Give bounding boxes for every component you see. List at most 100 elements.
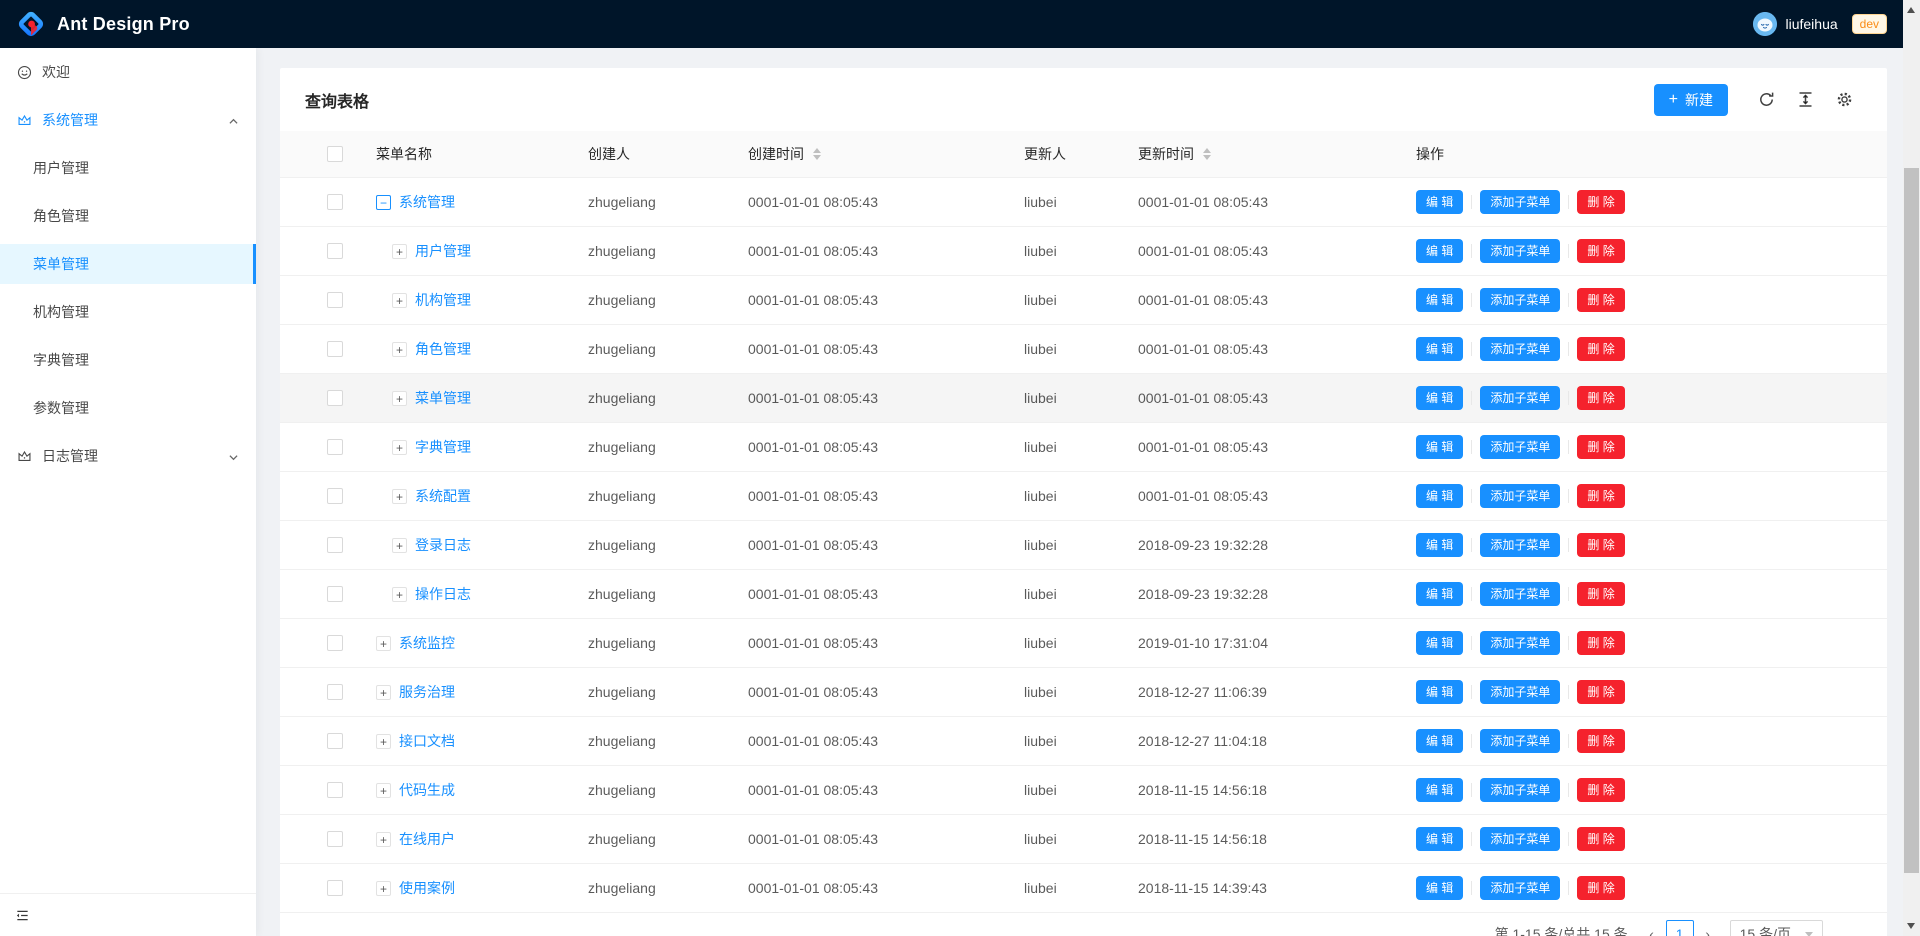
delete-button[interactable]: 删 除: [1577, 582, 1624, 606]
menu-name-link[interactable]: 服务治理: [399, 684, 455, 700]
expand-toggle[interactable]: +: [392, 342, 407, 357]
add-child-button[interactable]: 添加子菜单: [1480, 680, 1560, 704]
expand-toggle[interactable]: +: [392, 293, 407, 308]
sidebar-item-param-mgmt[interactable]: 参数管理: [0, 388, 256, 428]
delete-button[interactable]: 删 除: [1577, 239, 1624, 263]
add-child-button[interactable]: 添加子菜单: [1480, 288, 1560, 312]
row-checkbox[interactable]: [327, 194, 343, 210]
sorter-icon[interactable]: [1203, 148, 1211, 160]
settings-gear-icon[interactable]: [1836, 91, 1853, 108]
row-checkbox[interactable]: [327, 831, 343, 847]
logo-area[interactable]: Ant Design Pro: [17, 10, 190, 38]
menu-name-link[interactable]: 角色管理: [415, 341, 471, 357]
select-all-checkbox[interactable]: [327, 146, 343, 162]
sorter-icon[interactable]: [813, 148, 821, 160]
edit-button[interactable]: 编 辑: [1416, 582, 1463, 606]
add-child-button[interactable]: 添加子菜单: [1480, 631, 1560, 655]
menu-name-link[interactable]: 操作日志: [415, 586, 471, 602]
add-child-button[interactable]: 添加子菜单: [1480, 533, 1560, 557]
expand-toggle[interactable]: +: [392, 440, 407, 455]
sidebar-group-logs[interactable]: 日志管理: [0, 436, 256, 476]
expand-toggle[interactable]: +: [376, 685, 391, 700]
expand-toggle[interactable]: +: [376, 881, 391, 896]
edit-button[interactable]: 编 辑: [1416, 386, 1463, 410]
add-child-button[interactable]: 添加子菜单: [1480, 239, 1560, 263]
column-header-updated[interactable]: 更新时间: [1122, 131, 1400, 177]
edit-button[interactable]: 编 辑: [1416, 484, 1463, 508]
expand-toggle[interactable]: +: [392, 538, 407, 553]
prev-page-button[interactable]: ‹: [1638, 920, 1666, 936]
reload-icon[interactable]: [1758, 91, 1775, 108]
scroll-down-arrow-icon[interactable]: [1907, 923, 1915, 929]
menu-name-link[interactable]: 机构管理: [415, 292, 471, 308]
expand-toggle[interactable]: −: [376, 195, 391, 210]
sidebar-item-role-mgmt[interactable]: 角色管理: [0, 196, 256, 236]
menu-name-link[interactable]: 代码生成: [399, 782, 455, 798]
row-checkbox[interactable]: [327, 439, 343, 455]
sidebar-group-system[interactable]: 系统管理: [0, 100, 256, 140]
delete-button[interactable]: 删 除: [1577, 827, 1624, 851]
expand-toggle[interactable]: +: [376, 636, 391, 651]
delete-button[interactable]: 删 除: [1577, 288, 1624, 312]
edit-button[interactable]: 编 辑: [1416, 533, 1463, 557]
user-avatar[interactable]: [1753, 12, 1777, 36]
add-child-button[interactable]: 添加子菜单: [1480, 337, 1560, 361]
add-child-button[interactable]: 添加子菜单: [1480, 484, 1560, 508]
delete-button[interactable]: 删 除: [1577, 631, 1624, 655]
sidebar-item-dict-mgmt[interactable]: 字典管理: [0, 340, 256, 380]
row-checkbox[interactable]: [327, 243, 343, 259]
next-page-button[interactable]: ›: [1694, 920, 1722, 936]
row-checkbox[interactable]: [327, 684, 343, 700]
edit-button[interactable]: 编 辑: [1416, 680, 1463, 704]
add-child-button[interactable]: 添加子菜单: [1480, 876, 1560, 900]
delete-button[interactable]: 删 除: [1577, 778, 1624, 802]
edit-button[interactable]: 编 辑: [1416, 288, 1463, 312]
edit-button[interactable]: 编 辑: [1416, 876, 1463, 900]
delete-button[interactable]: 删 除: [1577, 386, 1624, 410]
row-checkbox[interactable]: [327, 341, 343, 357]
column-header-created[interactable]: 创建时间: [732, 131, 1008, 177]
current-page-button[interactable]: 1: [1666, 920, 1694, 936]
menu-name-link[interactable]: 系统管理: [399, 194, 455, 210]
sidebar-item-org-mgmt[interactable]: 机构管理: [0, 292, 256, 332]
delete-button[interactable]: 删 除: [1577, 190, 1624, 214]
expand-toggle[interactable]: +: [376, 783, 391, 798]
row-checkbox[interactable]: [327, 782, 343, 798]
delete-button[interactable]: 删 除: [1577, 533, 1624, 557]
edit-button[interactable]: 编 辑: [1416, 631, 1463, 655]
add-child-button[interactable]: 添加子菜单: [1480, 582, 1560, 606]
delete-button[interactable]: 删 除: [1577, 337, 1624, 361]
menu-name-link[interactable]: 字典管理: [415, 439, 471, 455]
scrollbar-thumb[interactable]: [1904, 168, 1919, 873]
expand-toggle[interactable]: +: [392, 244, 407, 259]
scroll-up-arrow-icon[interactable]: [1907, 7, 1915, 13]
row-checkbox[interactable]: [327, 537, 343, 553]
new-button[interactable]: + 新建: [1654, 84, 1728, 116]
delete-button[interactable]: 删 除: [1577, 876, 1624, 900]
row-checkbox[interactable]: [327, 292, 343, 308]
page-scrollbar[interactable]: [1903, 0, 1920, 936]
expand-toggle[interactable]: +: [376, 734, 391, 749]
expand-toggle[interactable]: +: [392, 391, 407, 406]
edit-button[interactable]: 编 辑: [1416, 337, 1463, 361]
edit-button[interactable]: 编 辑: [1416, 827, 1463, 851]
expand-toggle[interactable]: +: [376, 832, 391, 847]
delete-button[interactable]: 删 除: [1577, 729, 1624, 753]
menu-name-link[interactable]: 在线用户: [399, 831, 455, 847]
edit-button[interactable]: 编 辑: [1416, 190, 1463, 214]
menu-name-link[interactable]: 系统监控: [399, 635, 455, 651]
row-checkbox[interactable]: [327, 390, 343, 406]
row-checkbox[interactable]: [327, 635, 343, 651]
sidebar-collapse-trigger[interactable]: [0, 893, 256, 936]
menu-name-link[interactable]: 用户管理: [415, 243, 471, 259]
add-child-button[interactable]: 添加子菜单: [1480, 827, 1560, 851]
add-child-button[interactable]: 添加子菜单: [1480, 190, 1560, 214]
edit-button[interactable]: 编 辑: [1416, 239, 1463, 263]
expand-toggle[interactable]: +: [392, 587, 407, 602]
add-child-button[interactable]: 添加子菜单: [1480, 435, 1560, 459]
edit-button[interactable]: 编 辑: [1416, 778, 1463, 802]
menu-name-link[interactable]: 系统配置: [415, 488, 471, 504]
sidebar-item-user-mgmt[interactable]: 用户管理: [0, 148, 256, 188]
page-size-select[interactable]: 15 条/页: [1730, 920, 1823, 936]
sidebar-item-menu-mgmt[interactable]: 菜单管理: [0, 244, 256, 284]
